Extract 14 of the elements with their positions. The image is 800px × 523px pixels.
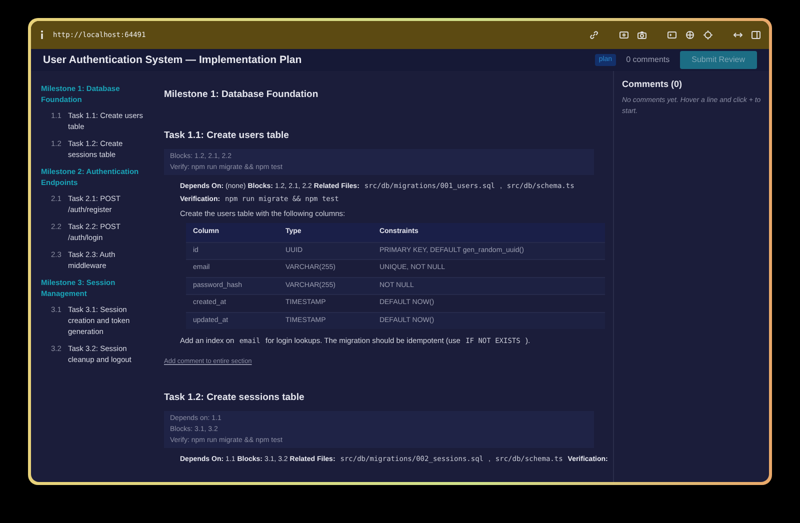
- camera-icon[interactable]: [637, 30, 647, 40]
- comment-count: 0 comments: [626, 54, 670, 66]
- terminal-icon[interactable]: [667, 30, 677, 40]
- task-heading: Task 1.1: Create users table: [164, 130, 290, 142]
- screen-icon[interactable]: [619, 30, 629, 40]
- info-icon[interactable]: [39, 30, 45, 40]
- arrows-left-right-icon[interactable]: [733, 30, 743, 40]
- sidebar-icon[interactable]: [751, 30, 761, 40]
- milestone-heading: Milestone 1: Database Foundation: [164, 89, 320, 100]
- task-heading: Task 1.2: Create sessions table: [164, 392, 306, 404]
- page-title: User Authentication System — Implementation Plan: [43, 54, 302, 66]
- link-icon[interactable]: [589, 30, 599, 40]
- comments-title: Comments (0): [622, 79, 684, 90]
- crosshair-icon[interactable]: [703, 30, 713, 40]
